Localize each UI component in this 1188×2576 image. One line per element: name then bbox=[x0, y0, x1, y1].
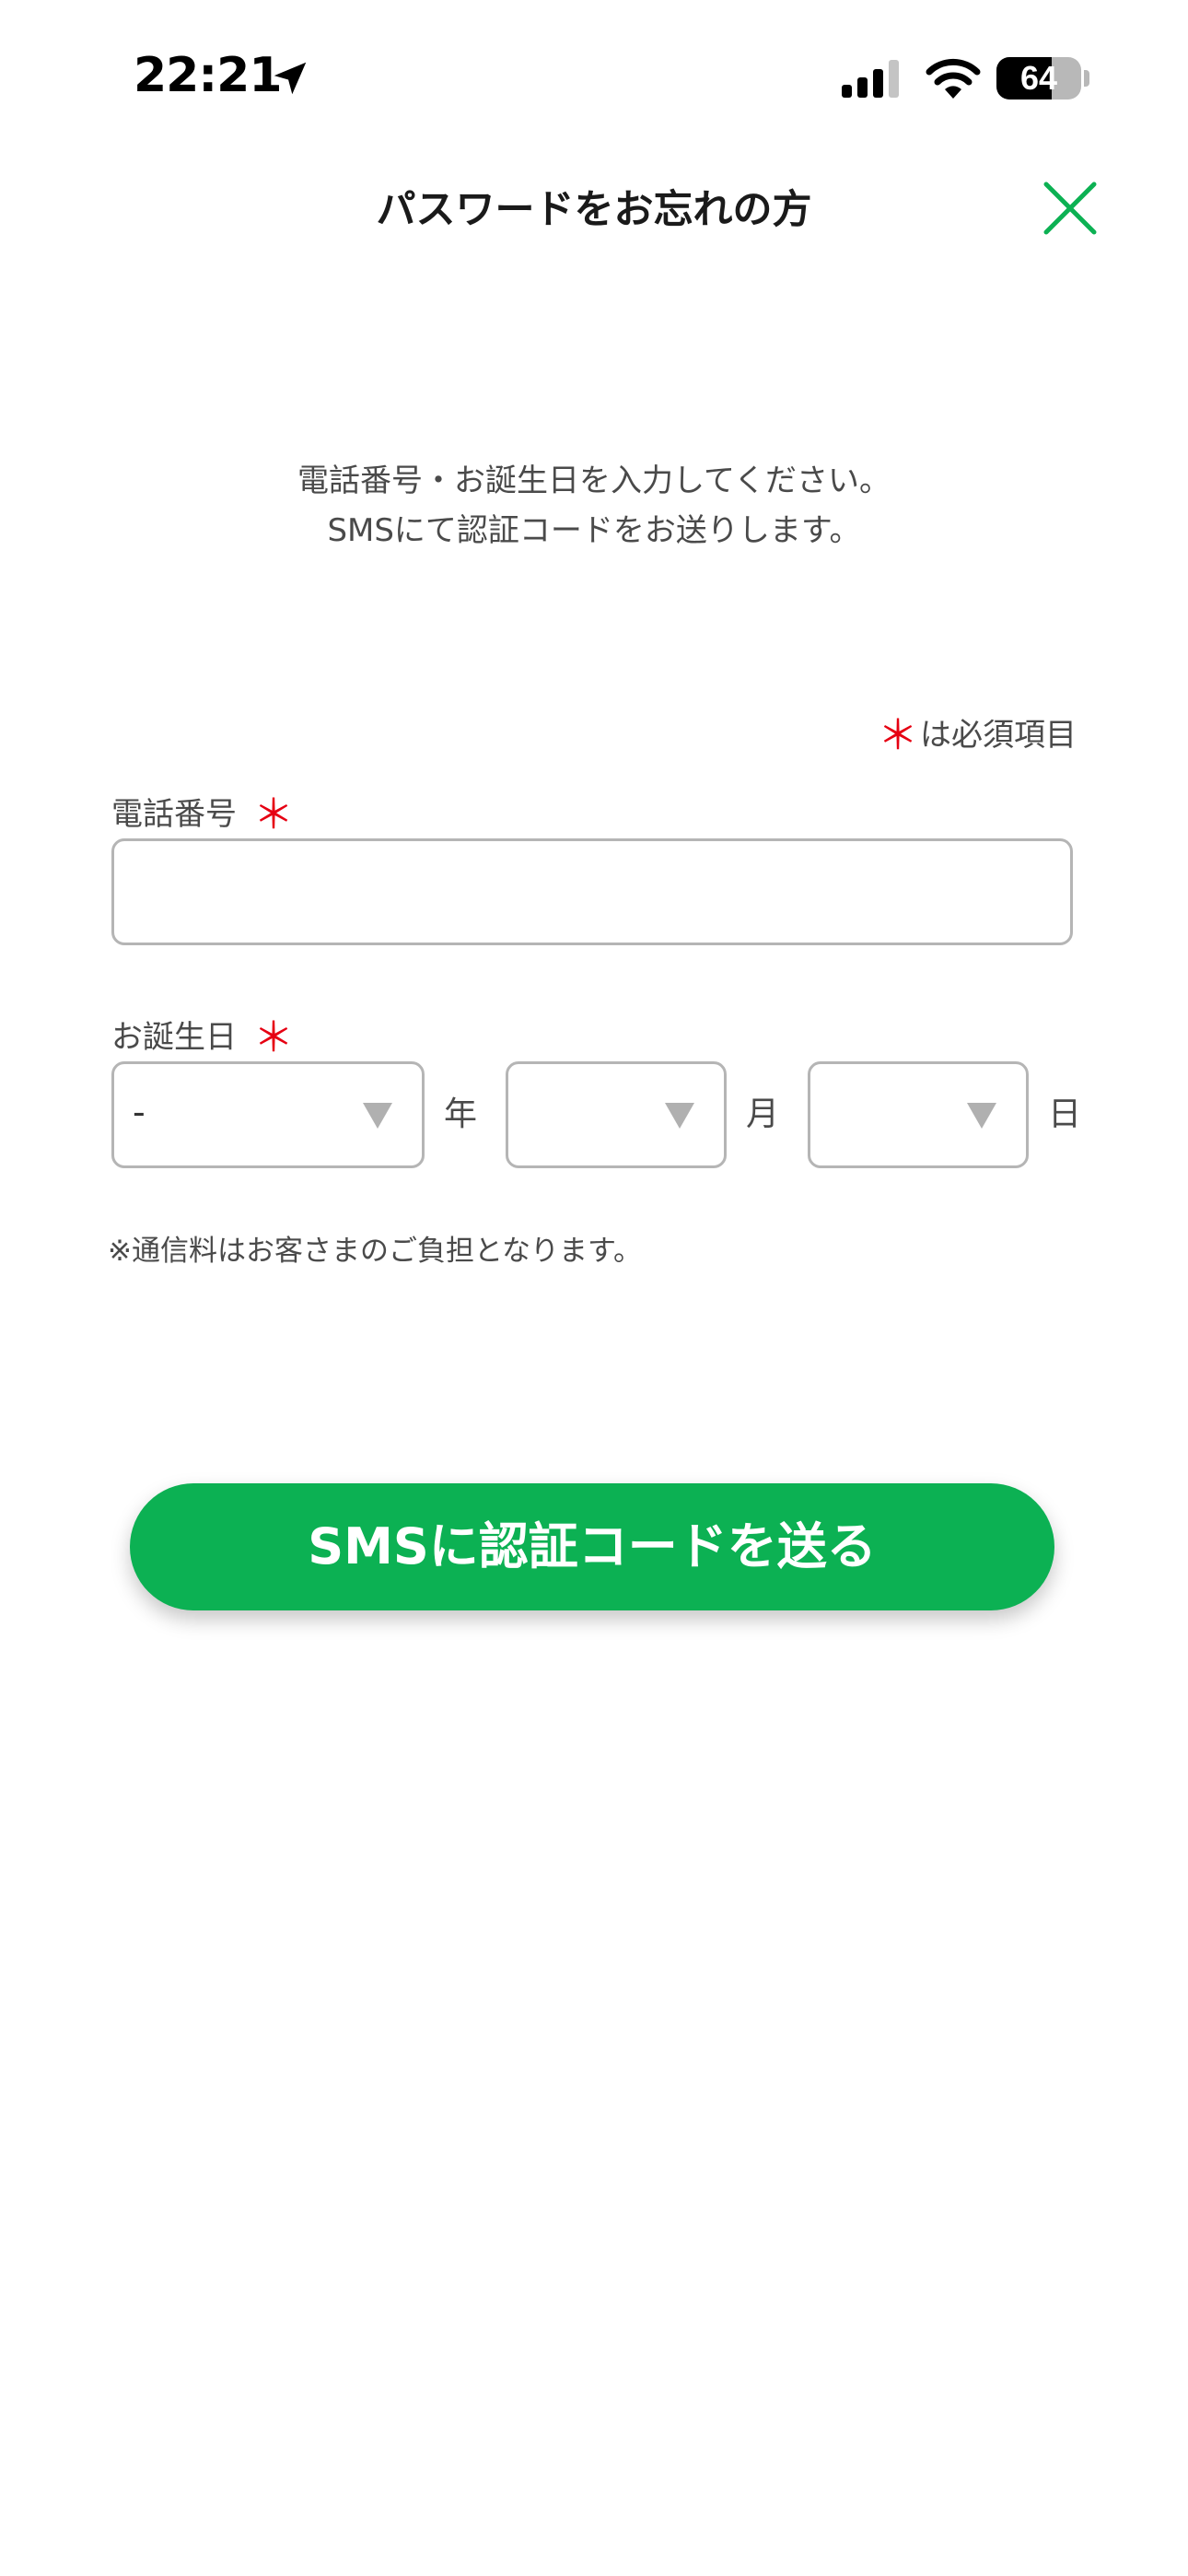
phone-required-mark: ＊ bbox=[253, 791, 294, 838]
instructions-line-1: 電話番号・お誕生日を入力してください。 bbox=[297, 463, 891, 499]
required-note: ＊は必須項目 bbox=[878, 702, 1077, 761]
phone-label-text: 電話番号 bbox=[111, 796, 237, 833]
close-icon[interactable] bbox=[1037, 175, 1103, 241]
battery-icon: 64 bbox=[996, 57, 1081, 100]
chevron-down-icon bbox=[967, 1103, 996, 1129]
year-select[interactable]: - bbox=[111, 1061, 425, 1168]
password-reset-screen: 22:21 64 パスワードをお忘れの方 電話番号・お誕生日を入力してください。… bbox=[0, 0, 1188, 2576]
instructions: 電話番号・お誕生日を入力してください。 SMSにて認証コードをお送りします。 bbox=[0, 456, 1188, 556]
required-note-text: は必須項目 bbox=[920, 717, 1077, 754]
chevron-down-icon bbox=[363, 1103, 392, 1129]
year-select-value: - bbox=[133, 1092, 146, 1132]
birthday-label-text: お誕生日 bbox=[111, 1019, 237, 1056]
birthday-required-mark: ＊ bbox=[253, 1014, 294, 1061]
phone-input[interactable] bbox=[111, 838, 1073, 945]
required-mark: ＊ bbox=[878, 712, 918, 759]
day-unit: 日 bbox=[1048, 1095, 1082, 1133]
fee-note: ※通信料はお客さまのご負担となります。 bbox=[108, 1235, 642, 1268]
year-unit: 年 bbox=[444, 1095, 478, 1133]
cellular-signal-icon bbox=[842, 60, 899, 98]
location-arrow-icon bbox=[274, 62, 307, 95]
month-unit: 月 bbox=[746, 1095, 780, 1133]
phone-label: 電話番号 ＊ bbox=[111, 781, 296, 840]
status-time: 22:21 bbox=[134, 48, 283, 103]
instructions-line-2: SMSにて認証コードをお送りします。 bbox=[327, 512, 861, 549]
send-sms-code-button[interactable]: SMSに認証コードを送る bbox=[130, 1483, 1054, 1610]
birthday-label: お誕生日 ＊ bbox=[111, 1004, 296, 1063]
page-title: パスワードをお忘れの方 bbox=[376, 187, 812, 233]
battery-level: 64 bbox=[1019, 59, 1058, 97]
chevron-down-icon bbox=[665, 1103, 694, 1129]
wifi-icon bbox=[926, 58, 981, 99]
battery-tip bbox=[1084, 70, 1089, 87]
day-select[interactable] bbox=[808, 1061, 1029, 1168]
month-select[interactable] bbox=[506, 1061, 727, 1168]
